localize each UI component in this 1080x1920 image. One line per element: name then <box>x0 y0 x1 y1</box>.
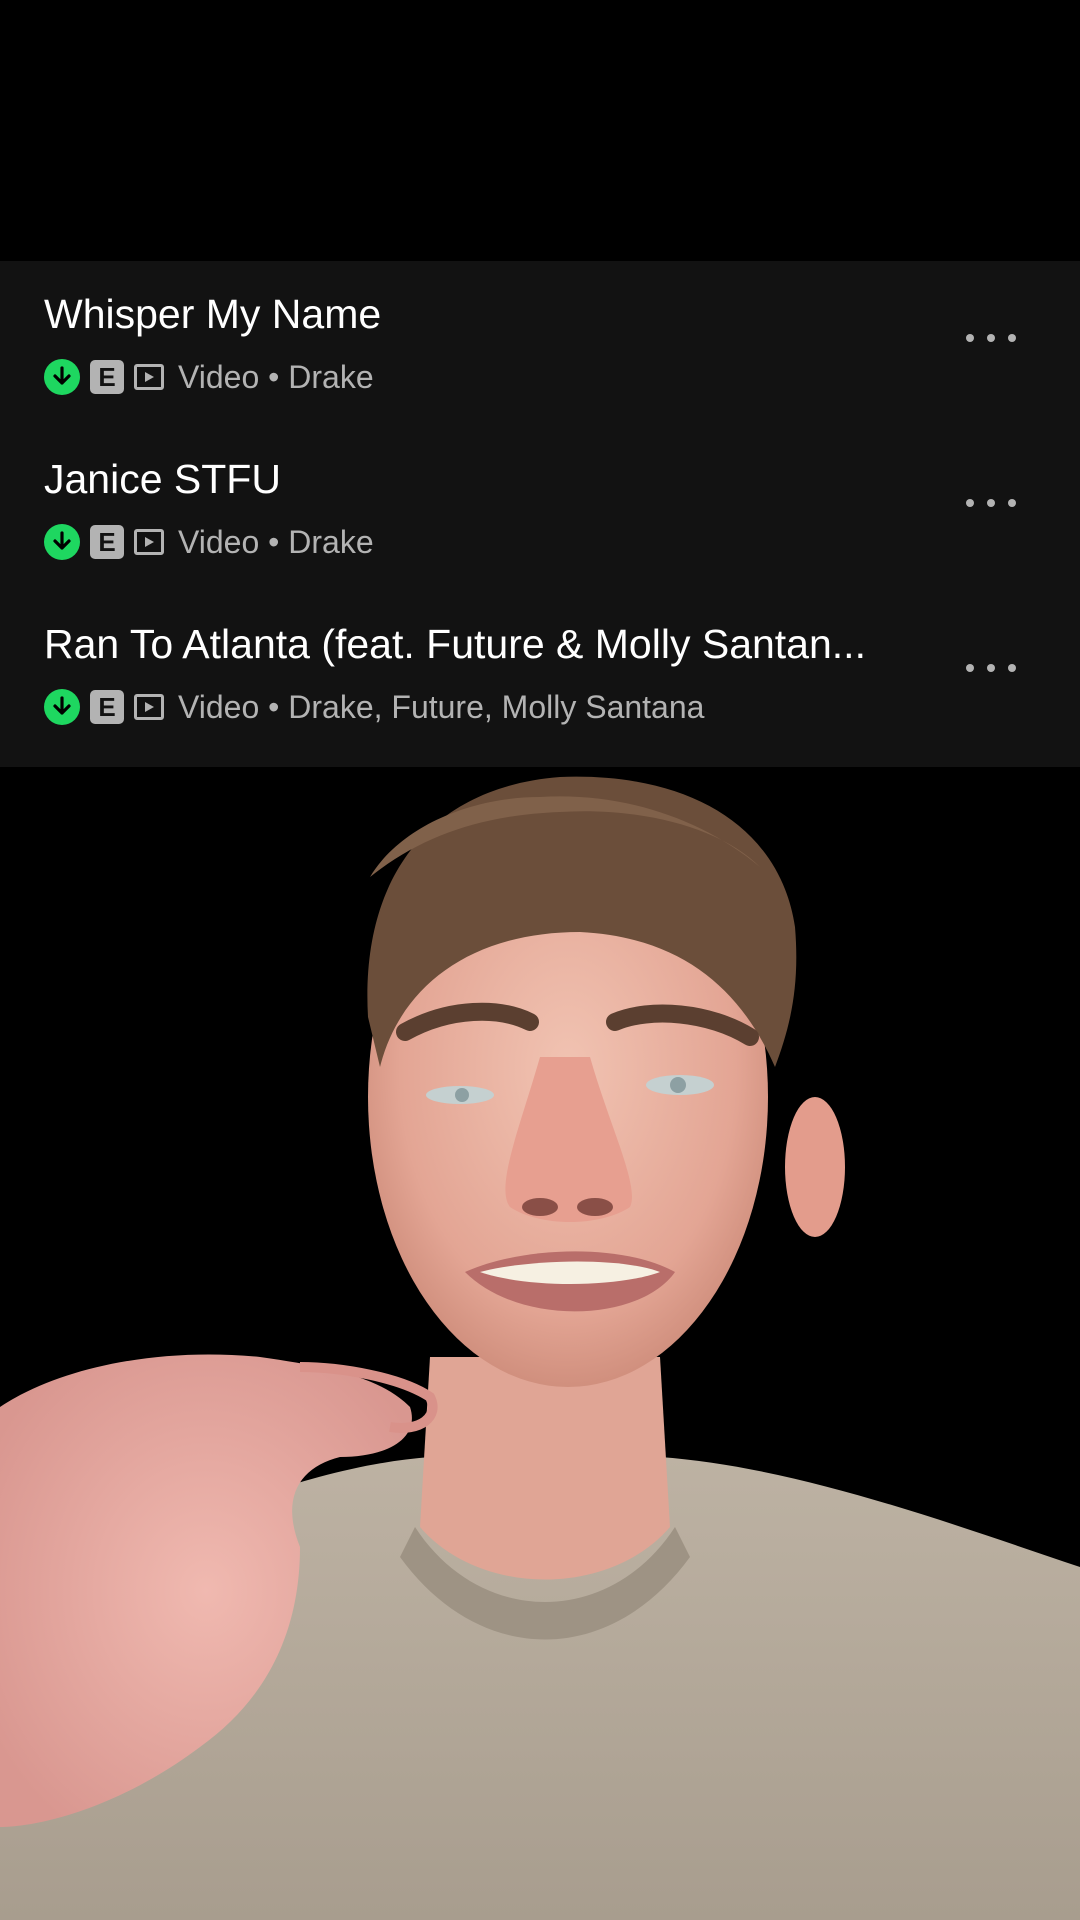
track-list: Whisper My Name E Video • Drake Janice S… <box>0 261 1080 767</box>
track-type: Video <box>178 523 260 560</box>
explicit-badge: E <box>90 360 124 394</box>
track-meta: E Video • Drake, Future, Molly Santana <box>44 687 704 727</box>
explicit-badge: E <box>90 525 124 559</box>
track-row[interactable]: Ran To Atlanta (feat. Future & Molly San… <box>0 591 1080 741</box>
video-icon <box>134 364 164 390</box>
more-options-icon[interactable] <box>966 661 1016 675</box>
track-subtitle: Video • Drake, Future, Molly Santana <box>178 689 704 726</box>
separator: • <box>268 358 280 395</box>
track-meta: E Video • Drake <box>44 357 374 397</box>
track-title: Whisper My Name <box>44 291 382 337</box>
video-icon <box>134 694 164 720</box>
top-letterbox <box>0 0 1080 261</box>
track-type: Video <box>178 688 260 725</box>
track-artists: Drake, Future, Molly Santana <box>288 688 705 725</box>
separator: • <box>268 523 280 560</box>
video-frame[interactable] <box>0 767 1080 1920</box>
more-options-icon[interactable] <box>966 331 1016 345</box>
person-video-frame <box>0 767 1080 1920</box>
separator: • <box>268 688 280 725</box>
track-row[interactable]: Whisper My Name E Video • Drake <box>0 261 1080 411</box>
explicit-badge: E <box>90 690 124 724</box>
video-icon <box>134 529 164 555</box>
track-subtitle: Video • Drake <box>178 359 374 396</box>
track-title: Janice STFU <box>44 456 281 502</box>
track-artists: Drake <box>288 523 374 560</box>
track-artists: Drake <box>288 358 374 395</box>
track-subtitle: Video • Drake <box>178 524 374 561</box>
track-title: Ran To Atlanta (feat. Future & Molly San… <box>44 621 866 667</box>
track-meta: E Video • Drake <box>44 522 374 562</box>
download-icon <box>44 689 80 725</box>
track-type: Video <box>178 358 260 395</box>
track-row[interactable]: Janice STFU E Video • Drake <box>0 426 1080 576</box>
download-icon <box>44 524 80 560</box>
download-icon <box>44 359 80 395</box>
more-options-icon[interactable] <box>966 496 1016 510</box>
